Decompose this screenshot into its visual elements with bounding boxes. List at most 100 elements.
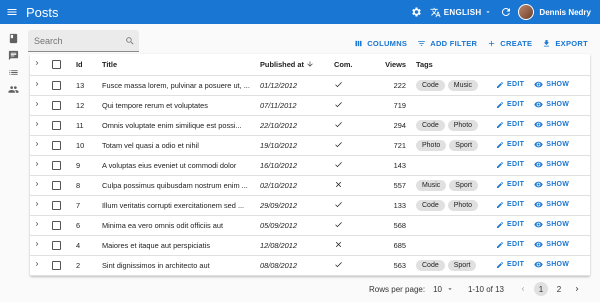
show-button[interactable]: SHOW — [534, 140, 569, 149]
add-filter-button[interactable]: ADD FILTER — [417, 39, 477, 48]
expand-row-button[interactable] — [30, 115, 44, 136]
expand-row-button[interactable] — [30, 235, 44, 256]
show-button[interactable]: SHOW — [534, 80, 569, 89]
edit-button[interactable]: EDIT — [496, 181, 524, 189]
language-selector[interactable]: ENGLISH — [430, 7, 493, 18]
header-title[interactable]: Title — [102, 54, 260, 76]
edit-button[interactable]: EDIT — [496, 141, 524, 149]
row-checkbox[interactable] — [44, 135, 76, 156]
sidebar-item-tags[interactable] — [0, 64, 26, 81]
edit-button[interactable]: EDIT — [496, 121, 524, 129]
create-button[interactable]: CREATE — [487, 39, 532, 48]
search-input[interactable] — [28, 35, 121, 46]
table-row[interactable]: 11 Omnis voluptate enim similique est po… — [30, 115, 590, 136]
edit-label: EDIT — [507, 161, 525, 168]
export-button[interactable]: EXPORT — [542, 39, 588, 48]
row-checkbox[interactable] — [44, 115, 76, 136]
columns-button[interactable]: COLUMNS — [354, 39, 407, 48]
edit-button[interactable]: EDIT — [496, 201, 524, 209]
row-checkbox[interactable] — [44, 195, 76, 216]
show-button[interactable]: SHOW — [534, 120, 569, 129]
header-com[interactable]: Com. — [334, 54, 372, 76]
header-published-at[interactable]: Published at — [260, 54, 334, 76]
edit-button[interactable]: EDIT — [496, 221, 524, 229]
header-views[interactable]: Views — [372, 54, 416, 76]
next-page-button[interactable] — [570, 282, 584, 296]
sidebar-item-users[interactable] — [0, 81, 26, 98]
tag-chip: Code — [416, 79, 445, 91]
list-toolbar: COLUMNS ADD FILTER CREATE EXPORT — [354, 39, 588, 48]
cell-views: 557 — [372, 175, 416, 196]
edit-button[interactable]: EDIT — [496, 241, 524, 249]
show-label: SHOW — [546, 80, 570, 88]
row-checkbox[interactable] — [44, 215, 76, 236]
edit-button[interactable]: EDIT — [496, 161, 524, 169]
table-row[interactable]: 7 Illum veritatis corrupti exercitatione… — [30, 195, 590, 216]
expand-row-button[interactable] — [30, 135, 44, 156]
edit-button[interactable]: EDIT — [496, 261, 524, 269]
expand-row-button[interactable] — [30, 155, 44, 176]
previous-page-button[interactable] — [516, 282, 530, 296]
theme-settings-button[interactable] — [408, 4, 424, 20]
language-label: ENGLISH — [443, 7, 482, 17]
table-row[interactable]: 10 Totam vel quasi a odio et nihil 19/10… — [30, 135, 590, 156]
search-icon — [121, 36, 139, 46]
edit-label: EDIT — [507, 261, 525, 268]
sidebar-item-posts[interactable] — [0, 30, 26, 47]
cell-tags: Music Sport — [416, 175, 496, 196]
expand-row-button[interactable] — [30, 215, 44, 236]
cell-tags — [416, 235, 496, 256]
show-button[interactable]: SHOW — [534, 260, 569, 269]
show-button[interactable]: SHOW — [534, 200, 569, 209]
header-id[interactable]: Id — [76, 54, 102, 76]
cell-tags — [416, 95, 496, 116]
close-icon — [335, 181, 342, 187]
header-actions — [496, 54, 590, 76]
edit-button[interactable]: EDIT — [496, 101, 524, 109]
cell-commentable — [334, 95, 372, 116]
cell-actions: EDIT SHOW — [496, 75, 590, 96]
page-button-1[interactable]: 1 — [534, 282, 548, 296]
table-row[interactable]: 13 Fusce massa lorem, pulvinar a posuere… — [30, 75, 590, 96]
cell-views: 563 — [372, 255, 416, 276]
expand-row-button[interactable] — [30, 95, 44, 116]
refresh-button[interactable] — [498, 4, 514, 20]
rows-per-page-select[interactable]: 10 — [433, 285, 454, 294]
cell-title: Omnis voluptate enim similique est possi… — [102, 115, 260, 136]
search-field[interactable] — [28, 30, 139, 52]
show-label: SHOW — [546, 200, 570, 208]
expand-all-header[interactable] — [30, 54, 44, 76]
table-row[interactable]: 2 Sint dignissimos in architecto aut 08/… — [30, 255, 590, 276]
show-button[interactable]: SHOW — [534, 180, 569, 189]
show-button[interactable]: SHOW — [534, 240, 569, 249]
chevron-right-icon — [35, 122, 39, 126]
row-checkbox[interactable] — [44, 255, 76, 276]
show-button[interactable]: SHOW — [534, 160, 569, 169]
select-all-checkbox[interactable] — [44, 54, 76, 76]
row-checkbox[interactable] — [44, 175, 76, 196]
table-row[interactable]: 12 Qui tempore rerum et voluptates 07/11… — [30, 95, 590, 116]
row-checkbox[interactable] — [44, 235, 76, 256]
check-icon — [335, 121, 342, 127]
cell-title: Sint dignissimos in architecto aut — [102, 255, 260, 276]
expand-row-button[interactable] — [30, 175, 44, 196]
show-button[interactable]: SHOW — [534, 220, 569, 229]
row-checkbox[interactable] — [44, 75, 76, 96]
cell-published-at: 16/10/2012 — [260, 155, 334, 176]
row-checkbox[interactable] — [44, 155, 76, 176]
cell-id: 7 — [76, 195, 102, 216]
user-menu[interactable]: Dennis Nedry — [518, 4, 591, 20]
show-button[interactable]: SHOW — [534, 100, 569, 109]
expand-row-button[interactable] — [30, 255, 44, 276]
edit-button[interactable]: EDIT — [496, 81, 524, 89]
row-checkbox[interactable] — [44, 95, 76, 116]
sidebar-item-comments[interactable] — [0, 47, 26, 64]
table-row[interactable]: 8 Culpa possimus quibusdam nostrum enim … — [30, 175, 590, 196]
expand-row-button[interactable] — [30, 195, 44, 216]
table-row[interactable]: 6 Minima ea vero omnis odit officiis aut… — [30, 215, 590, 236]
expand-row-button[interactable] — [30, 75, 44, 96]
page-button-2[interactable]: 2 — [552, 282, 566, 296]
table-row[interactable]: 9 A voluptas eius eveniet ut commodi dol… — [30, 155, 590, 176]
table-row[interactable]: 4 Maiores et itaque aut perspiciatis 12/… — [30, 235, 590, 256]
menu-button[interactable] — [0, 0, 24, 24]
